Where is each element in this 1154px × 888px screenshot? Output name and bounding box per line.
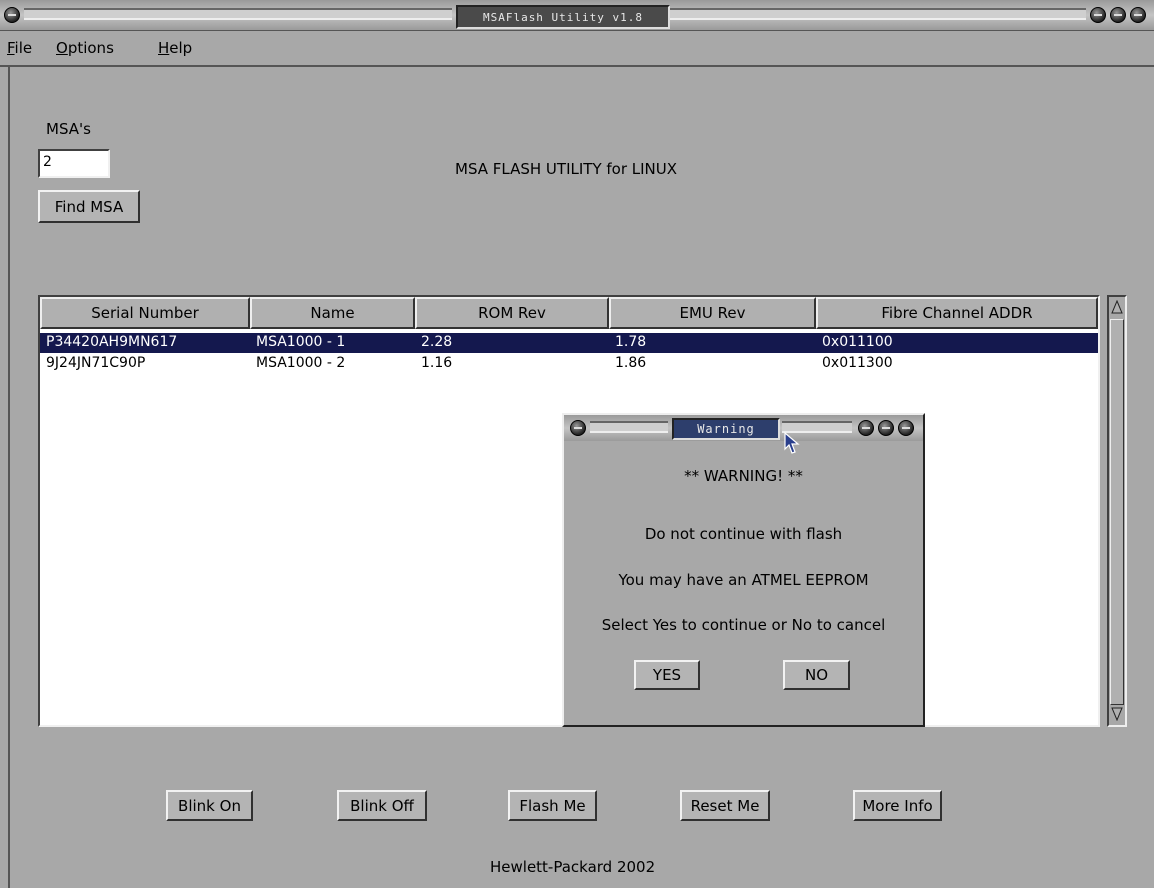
blink-on-button[interactable]: Blink On: [166, 790, 253, 821]
col-header-emu-rev[interactable]: EMU Rev: [609, 297, 816, 329]
dialog-heading: ** WARNING! **: [684, 467, 803, 485]
dialog-line-3: Select Yes to continue or No to cancel: [601, 616, 886, 634]
window-title: MSAFlash Utility v1.8: [456, 5, 670, 29]
dialog-groove-left: [590, 421, 668, 433]
cell-fc-addr: 0x011300: [822, 355, 893, 371]
scroll-down-icon[interactable]: [1109, 705, 1125, 723]
cell-rom-rev: 2.28: [421, 334, 453, 350]
flash-me-button[interactable]: Flash Me: [508, 790, 597, 821]
menu-file[interactable]: File: [7, 39, 32, 57]
dialog-line-2: You may have an ATMEL EEPROM: [618, 571, 869, 589]
menu-file-label: ile: [14, 39, 33, 57]
msa-count-label: MSA's: [46, 120, 91, 138]
find-msa-button[interactable]: Find MSA: [38, 190, 140, 223]
table-scrollbar[interactable]: [1107, 295, 1127, 727]
dialog-titlebar[interactable]: Warning: [564, 415, 923, 441]
menu-help[interactable]: Help: [158, 39, 192, 57]
window-menu-icon[interactable]: [4, 7, 20, 23]
menu-help-mnemonic: H: [158, 39, 170, 57]
warning-dialog: Warning ** WARNING! ** Do not continue w…: [562, 413, 925, 727]
menu-options-label: ptions: [67, 39, 114, 57]
cell-name: MSA1000 - 1: [256, 334, 346, 350]
cell-emu-rev: 1.78: [615, 334, 647, 350]
dialog-line-1: Do not continue with flash: [644, 525, 843, 543]
page-heading: MSA FLASH UTILITY for LINUX: [455, 160, 678, 178]
dialog-close-icon[interactable]: [898, 420, 914, 436]
cell-fc-addr: 0x011100: [822, 334, 893, 350]
col-header-name[interactable]: Name: [250, 297, 415, 329]
no-button[interactable]: NO: [783, 660, 850, 690]
scrollbar-thumb[interactable]: [1110, 319, 1124, 705]
col-header-rom-rev[interactable]: ROM Rev: [415, 297, 609, 329]
cell-rom-rev: 1.16: [421, 355, 453, 371]
scroll-up-icon[interactable]: [1109, 298, 1125, 316]
yes-button[interactable]: YES: [634, 660, 700, 690]
msa-count-field[interactable]: 2: [38, 149, 110, 178]
cell-emu-rev: 1.86: [615, 355, 647, 371]
blink-off-button[interactable]: Blink Off: [337, 790, 427, 821]
col-header-fc-addr[interactable]: Fibre Channel ADDR: [816, 297, 1098, 329]
menu-file-mnemonic: F: [7, 39, 15, 57]
reset-me-button[interactable]: Reset Me: [680, 790, 770, 821]
cell-serial: 9J24JN71C90P: [46, 355, 146, 371]
menu-help-label: elp: [169, 39, 193, 57]
mouse-pointer-icon: [784, 431, 802, 460]
cell-name: MSA1000 - 2: [256, 355, 346, 371]
dialog-maximize-icon[interactable]: [878, 420, 894, 436]
footer-text: Hewlett-Packard 2002: [490, 858, 656, 876]
minimize-icon[interactable]: [1090, 7, 1106, 23]
titlebar-groove-right: [670, 8, 1086, 20]
table-row[interactable]: 9J24JN71C90P MSA1000 - 2 1.16 1.86 0x011…: [40, 354, 1098, 374]
maximize-icon[interactable]: [1110, 7, 1126, 23]
dialog-menu-icon[interactable]: [570, 420, 586, 436]
dialog-title: Warning: [672, 418, 780, 440]
table-row[interactable]: P34420AH9MN617 MSA1000 - 1 2.28 1.78 0x0…: [40, 333, 1098, 353]
menu-options-mnemonic: O: [56, 39, 68, 57]
more-info-button[interactable]: More Info: [853, 790, 942, 821]
close-icon[interactable]: [1130, 7, 1146, 23]
cell-serial: P34420AH9MN617: [46, 334, 178, 350]
titlebar-groove-left: [24, 8, 452, 20]
menubar: File Options Help: [0, 31, 1154, 67]
window-titlebar[interactable]: MSAFlash Utility v1.8: [0, 0, 1154, 31]
dialog-minimize-icon[interactable]: [858, 420, 874, 436]
menu-options[interactable]: Options: [56, 39, 114, 57]
col-header-serial[interactable]: Serial Number: [40, 297, 250, 329]
